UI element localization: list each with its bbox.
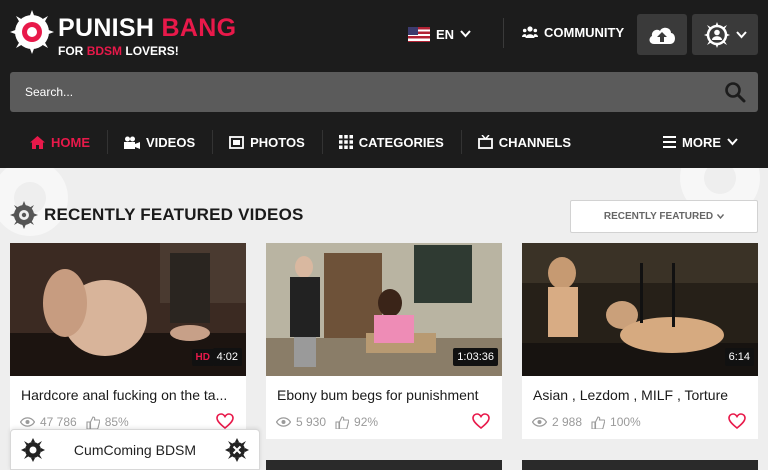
video-title[interactable]: Asian , Lezdom , MILF , Torture (533, 387, 751, 403)
video-title[interactable]: Ebony bum begs for punishment (277, 387, 495, 403)
video-title[interactable]: Hardcore anal fucking on the ta... (21, 387, 239, 403)
main-nav: HOME VIDEOS PHOTOS CATEGORIES CHANNELS M… (0, 122, 768, 162)
video-camera-icon (124, 136, 140, 149)
search-icon[interactable] (724, 81, 746, 103)
nav-categories[interactable]: CATEGORIES (321, 122, 461, 162)
tv-icon (477, 135, 493, 149)
home-icon (30, 135, 45, 149)
tagline-part2: BDSM (86, 44, 123, 58)
nav-videos[interactable]: VIDEOS (107, 122, 212, 162)
duration-badge: 4:02 (212, 348, 242, 366)
search-input[interactable] (10, 72, 710, 112)
eye-icon (276, 417, 291, 427)
video-stats: 5 930 92% (276, 415, 378, 429)
nav-photos-label: PHOTOS (250, 134, 305, 150)
rating-percent: 100% (610, 415, 641, 429)
chevron-down-icon (717, 214, 725, 219)
nav-channels[interactable]: CHANNELS (460, 122, 588, 162)
nav-photos[interactable]: PHOTOS (212, 122, 322, 162)
tagline-part3: LOVERS! (125, 44, 179, 58)
user-gear-icon (703, 21, 730, 48)
sort-label: RECENTLY FEATURED (603, 211, 714, 222)
view-count: 47 786 (40, 415, 77, 429)
chevron-down-icon (460, 30, 471, 38)
video-card[interactable]: 1:03:36 Ebony bum begs for punishment 5 … (266, 243, 502, 439)
logo-tagline: FOR BDSM LOVERS! (58, 44, 179, 58)
close-emblem-icon[interactable] (224, 437, 249, 462)
video-stats: 2 988 100% (532, 415, 641, 429)
header-divider (503, 18, 504, 48)
eye-icon (20, 417, 35, 427)
video-thumbnail[interactable]: 6:14 (522, 243, 758, 376)
heart-icon[interactable] (216, 413, 234, 429)
video-stats: 47 786 85% (20, 415, 129, 429)
duration-badge: 1:03:36 (453, 348, 498, 366)
video-card[interactable]: 6:14 Asian , Lezdom , MILF , Torture 2 9… (522, 243, 758, 439)
section-header: RECENTLY FEATURED VIDEOS (10, 201, 304, 229)
community-label: COMMUNITY (544, 25, 625, 40)
photos-icon (229, 135, 245, 149)
main-content: RECENTLY FEATURED VIDEOS RECENTLY FEATUR… (0, 168, 768, 470)
thumbnail-image (522, 243, 758, 376)
thumbs-up-icon (86, 415, 100, 429)
nav-home-label: HOME (51, 134, 90, 150)
thumbs-up-icon (335, 415, 350, 429)
rating-percent: 92% (354, 415, 379, 429)
rating-percent: 85% (104, 415, 129, 429)
section-emblem-icon (10, 201, 38, 229)
site-logo[interactable]: PUNISH BANG FOR BDSM LOVERS! (10, 8, 240, 62)
view-count: 2 988 (552, 415, 583, 429)
us-flag-icon (408, 26, 430, 42)
section-title: RECENTLY FEATURED VIDEOS (44, 205, 304, 224)
community-link[interactable]: COMMUNITY (522, 25, 624, 40)
heart-icon[interactable] (472, 413, 490, 429)
video-thumbnail[interactable]: 1:03:36 (266, 243, 502, 376)
next-row-thumbnail[interactable] (266, 460, 502, 470)
heart-icon[interactable] (728, 413, 746, 429)
logo-title-part2: BANG (161, 14, 237, 42)
logo-title-part1: PUNISH (58, 14, 155, 42)
search-bar (10, 72, 758, 112)
eye-icon (532, 417, 547, 427)
hamburger-icon (663, 136, 676, 148)
nav-home[interactable]: HOME (0, 122, 107, 162)
emblem-icon (21, 437, 45, 462)
logo-mark-icon (10, 10, 54, 54)
hd-badge: HD (191, 349, 214, 366)
chevron-down-icon (735, 30, 747, 38)
nav-more-label: MORE (682, 134, 721, 150)
tagline-part1: FOR (58, 44, 84, 58)
view-count: 5 930 (296, 415, 327, 429)
site-header: PUNISH BANG FOR BDSM LOVERS! EN COMMUNIT… (0, 0, 768, 168)
thumbs-up-icon (591, 415, 606, 429)
next-row-thumbnail[interactable] (522, 460, 758, 470)
floating-promo-bar[interactable]: CumComing BDSM (10, 429, 260, 470)
nav-channels-label: CHANNELS (498, 134, 572, 150)
sort-dropdown[interactable]: RECENTLY FEATURED (570, 200, 758, 233)
video-card[interactable]: HD 4:02 Hardcore anal fucking on the ta.… (10, 243, 246, 439)
logo-title: PUNISH BANG (58, 14, 236, 43)
people-icon (522, 26, 538, 38)
nav-videos-label: VIDEOS (146, 134, 196, 150)
nav-categories-label: CATEGORIES (358, 134, 444, 150)
chevron-down-icon (727, 138, 738, 146)
nav-more[interactable]: MORE (646, 122, 768, 162)
upload-button[interactable] (637, 14, 687, 55)
cloud-upload-icon (649, 27, 675, 44)
language-selector[interactable]: EN (408, 24, 471, 44)
grid-icon (338, 135, 353, 149)
language-label: EN (436, 26, 455, 42)
user-menu-button[interactable] (692, 14, 758, 55)
video-thumbnail[interactable]: HD 4:02 (10, 243, 246, 376)
promo-label: CumComing BDSM (73, 441, 197, 458)
duration-badge: 6:14 (724, 348, 754, 366)
